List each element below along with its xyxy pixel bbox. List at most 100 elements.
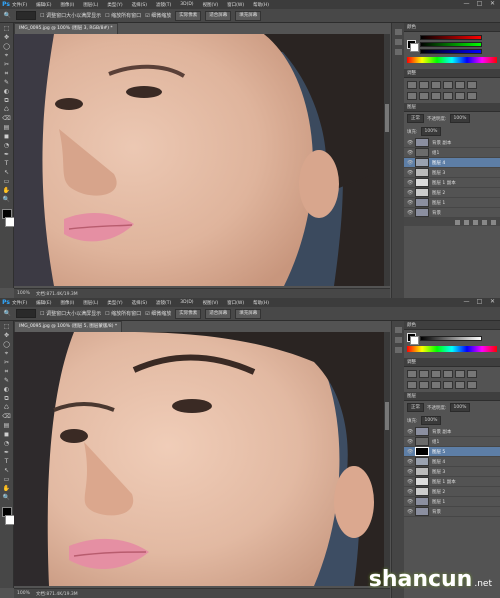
hue-saturation-icon[interactable]: [467, 370, 477, 378]
color-spectrum[interactable]: [407, 57, 497, 63]
eye-icon[interactable]: 👁: [407, 509, 413, 515]
eye-icon[interactable]: 👁: [407, 429, 413, 435]
history-icon[interactable]: [394, 327, 402, 333]
fx-icon[interactable]: [464, 219, 469, 225]
marquee-tool-icon[interactable]: ⬚: [2, 323, 11, 330]
eye-icon[interactable]: 👁: [407, 469, 413, 475]
eye-icon[interactable]: 👁: [407, 180, 413, 186]
menu-filter[interactable]: 滤镜(T): [156, 2, 171, 8]
eye-icon[interactable]: 👁: [407, 150, 413, 156]
scroll-thumb[interactable]: [385, 402, 389, 430]
zoom-level[interactable]: 100%: [17, 291, 30, 296]
layer-row[interactable]: 👁 图层 2: [404, 487, 500, 497]
zoom-icon[interactable]: 🔍: [2, 494, 11, 501]
history-brush-tool-icon[interactable]: ♺: [2, 404, 11, 411]
scroll-thumb[interactable]: [385, 104, 389, 132]
properties-icon[interactable]: [394, 39, 402, 45]
levels-icon[interactable]: [419, 370, 429, 378]
slice-tool-icon[interactable]: ⌗: [2, 70, 11, 77]
layer-row-selected[interactable]: 👁 图层 4: [404, 158, 500, 168]
background-color-swatch[interactable]: [4, 217, 15, 227]
layer-row[interactable]: 👁 背景 副本: [404, 427, 500, 437]
blend-mode-select[interactable]: 正常: [407, 114, 424, 123]
path-select-tool-icon[interactable]: ↖: [2, 467, 11, 474]
layer-row[interactable]: 👁 图层 3: [404, 168, 500, 178]
gradient-tool-icon[interactable]: ▤: [2, 124, 11, 131]
gradient-map-icon[interactable]: [467, 92, 477, 100]
tab-color[interactable]: 颜色: [407, 322, 416, 328]
levels-icon[interactable]: [419, 81, 429, 89]
move-tool-icon[interactable]: ✥: [2, 332, 11, 339]
close-icon[interactable]: ✕: [489, 1, 496, 7]
hue-saturation-icon[interactable]: [467, 81, 477, 89]
maximize-icon[interactable]: □: [476, 1, 483, 7]
blend-mode-select[interactable]: 正常: [407, 403, 424, 412]
exposure-icon[interactable]: [443, 370, 453, 378]
eye-icon[interactable]: 👁: [407, 479, 413, 485]
blue-slider[interactable]: [420, 49, 482, 54]
trash-icon[interactable]: [491, 219, 496, 225]
link-icon[interactable]: [455, 219, 460, 225]
fit-screen-button[interactable]: 适合屏幕: [205, 10, 232, 21]
dodge-tool-icon[interactable]: ◐: [2, 88, 11, 95]
history-icon[interactable]: [394, 29, 402, 35]
shape-tool-icon[interactable]: ▭: [2, 476, 11, 483]
mask-icon[interactable]: [473, 219, 478, 225]
layer-row[interactable]: 👁 组1: [404, 148, 500, 158]
close-icon[interactable]: ✕: [489, 299, 496, 305]
crop-tool-icon[interactable]: ✂: [2, 359, 11, 366]
menu-layer[interactable]: 图层(L): [83, 2, 98, 8]
actual-pixels-button[interactable]: 实际像素: [175, 308, 202, 319]
vertical-scrollbar[interactable]: [384, 332, 390, 586]
vibrance-icon[interactable]: [455, 81, 465, 89]
menu-file[interactable]: 文件(F): [12, 300, 27, 306]
minimize-icon[interactable]: —: [463, 299, 470, 305]
burn-tool-icon[interactable]: ◔: [2, 142, 11, 149]
maximize-icon[interactable]: □: [476, 299, 483, 305]
eye-icon[interactable]: 👁: [407, 200, 413, 206]
channel-mixer-icon[interactable]: [443, 92, 453, 100]
canvas-before[interactable]: [14, 34, 384, 286]
eye-icon[interactable]: 👁: [407, 210, 413, 216]
type-tool-icon[interactable]: T: [2, 160, 11, 167]
vertical-scrollbar[interactable]: [384, 34, 390, 286]
tab-layers[interactable]: 图层: [407, 104, 416, 110]
eye-icon[interactable]: 👁: [407, 160, 413, 166]
tab-adjustments[interactable]: 调整: [407, 70, 416, 76]
layer-row[interactable]: 👁 图层 1 副本: [404, 477, 500, 487]
layer-row[interactable]: 👁 图层 3: [404, 467, 500, 477]
resize-windows-checkbox[interactable]: ☐ 调整窗口大小以满屏显示: [40, 12, 101, 19]
menu-file[interactable]: 文件(F): [12, 2, 27, 8]
dodge-tool-icon[interactable]: ◐: [2, 386, 11, 393]
layer-row-selected[interactable]: 👁 图层 5: [404, 447, 500, 457]
layer-row[interactable]: 👁 背景: [404, 208, 500, 218]
fill-field[interactable]: 100%: [420, 416, 442, 425]
gray-slider[interactable]: [420, 335, 482, 341]
eye-icon[interactable]: 👁: [407, 489, 413, 495]
slice-tool-icon[interactable]: ⌗: [2, 368, 11, 375]
hand-tool-icon[interactable]: ✋: [2, 187, 11, 194]
lasso-tool-icon[interactable]: ◯: [2, 341, 11, 348]
fit-screen-button[interactable]: 适合屏幕: [205, 308, 232, 319]
color-balance-icon[interactable]: [407, 381, 417, 389]
layer-row[interactable]: 👁 图层 1 副本: [404, 178, 500, 188]
tab-layers[interactable]: 图层: [407, 393, 416, 399]
menu-filter[interactable]: 滤镜(T): [156, 300, 171, 306]
blur-tool-icon[interactable]: ◼: [2, 133, 11, 140]
menu-image[interactable]: 图像(I): [60, 300, 74, 306]
layer-row[interactable]: 👁 背景 副本: [404, 138, 500, 148]
green-slider[interactable]: [420, 42, 482, 47]
menu-help[interactable]: 帮助(H): [253, 300, 269, 306]
gradient-tool-icon[interactable]: ▤: [2, 422, 11, 429]
menu-window[interactable]: 窗口(W): [227, 2, 244, 8]
eraser-tool-icon[interactable]: ⌫: [2, 413, 11, 420]
layer-row[interactable]: 👁 图层 2: [404, 188, 500, 198]
new-layer-icon[interactable]: [482, 219, 487, 225]
eye-icon[interactable]: 👁: [407, 449, 413, 455]
menu-window[interactable]: 窗口(W): [227, 300, 244, 306]
burn-tool-icon[interactable]: ◔: [2, 440, 11, 447]
opacity-field[interactable]: 100%: [449, 403, 471, 412]
quick-select-tool-icon[interactable]: ⌖: [2, 52, 11, 59]
color-spectrum[interactable]: [407, 346, 497, 352]
menu-select[interactable]: 选择(S): [132, 2, 147, 8]
